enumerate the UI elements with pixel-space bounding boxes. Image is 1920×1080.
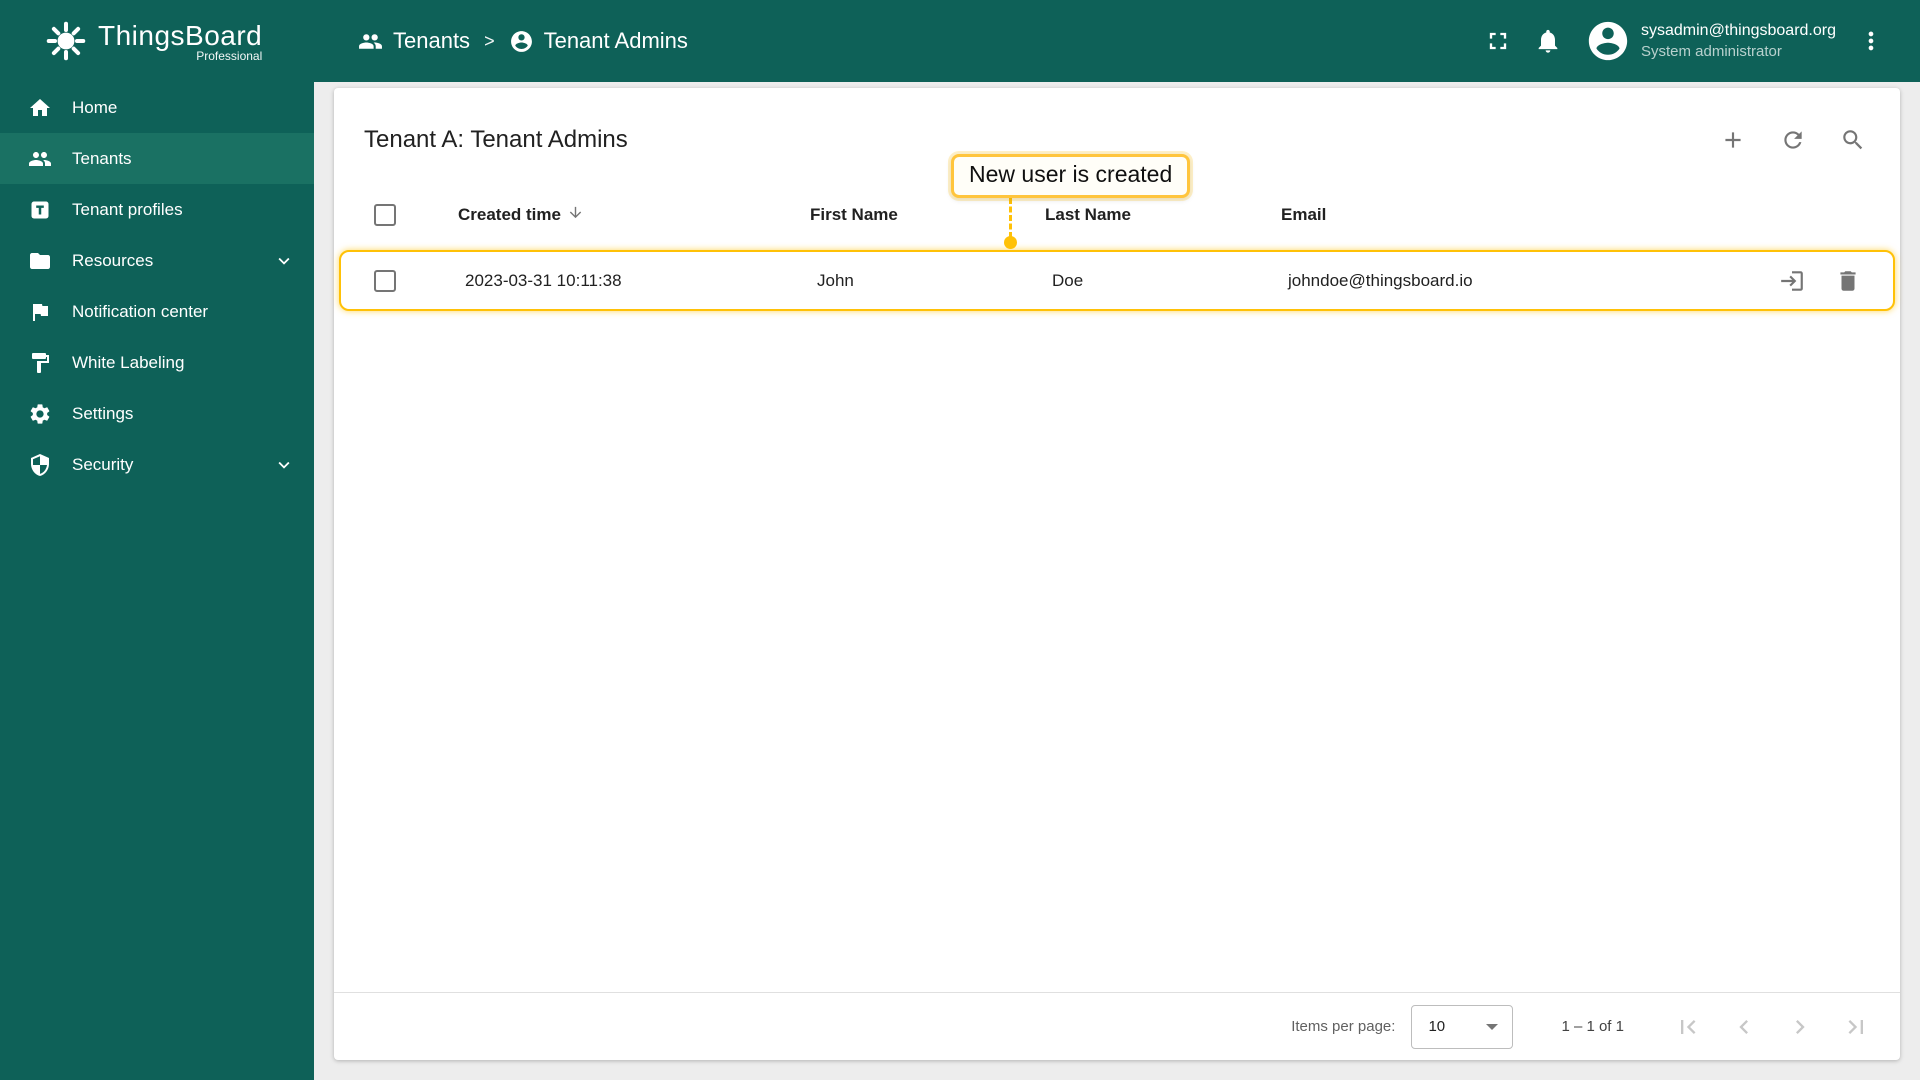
tenant-admins-card: Tenant A: Tenant Admins Created time Fir… [334,88,1900,1060]
last-page-button[interactable] [1828,1001,1884,1053]
account-circle-icon [1588,21,1628,61]
column-header-last-name[interactable]: Last Name [1045,205,1281,225]
app-title: ThingsBoard [98,19,263,51]
fullscreen-button[interactable] [1473,16,1523,66]
breadcrumb-separator: > [484,30,495,51]
sidebar-item-tenant-profiles[interactable]: Tenant profiles [0,184,314,235]
top-bar: ThingsBoard Professional Tenants > Tenan… [0,0,1920,82]
main-content: Tenant A: Tenant Admins Created time Fir… [314,82,1920,1080]
sidebar-item-white-labeling[interactable]: White Labeling [0,337,314,388]
add-icon [1725,132,1741,148]
previous-page-button[interactable] [1716,1001,1772,1053]
breadcrumb-tenants[interactable]: Tenants [358,28,470,54]
tenant-profile-icon [31,201,49,218]
column-header-email[interactable]: Email [1281,205,1750,225]
card-actions [1711,118,1875,162]
chevron-down-icon[interactable] [272,250,296,272]
chevron-right-icon [1796,1019,1805,1034]
paginator: Items per page: 10 1 – 1 of 1 [334,992,1900,1060]
notifications-icon [1538,29,1558,53]
sidebar-item-label: Settings [72,403,134,423]
app-subtitle: Professional [196,48,263,63]
sidebar-item-home[interactable]: Home [0,82,314,133]
select-all-checkbox[interactable] [374,204,396,226]
search-icon [1843,130,1863,150]
cell-email: johndoe@thingsboard.io [1288,270,1473,290]
sort-desc-icon [567,204,584,226]
paginator-range-label: 1 – 1 of 1 [1561,1018,1624,1035]
chevron-down-icon [1486,1023,1499,1030]
breadcrumb-label: Tenant Admins [543,28,688,53]
group-icon [359,33,382,49]
page-title: Tenant A: Tenant Admins [364,126,628,153]
annotation-connector-line [1009,198,1012,238]
last-page-icon [1848,1019,1863,1034]
gear-icon [30,403,50,424]
login-icon [1781,270,1803,291]
user-avatar[interactable] [1585,18,1631,64]
sidebar-item-resources[interactable]: Resources [0,235,314,286]
kebab-menu-icon [1868,31,1874,51]
login-as-user-button[interactable] [1773,262,1811,300]
fullscreen-icon [1489,32,1507,50]
home-icon [30,98,50,116]
sidebar-item-settings[interactable]: Settings [0,388,314,439]
account-circle-icon [510,30,532,52]
annotation-callout: New user is created [951,154,1191,198]
items-per-page-select[interactable]: 10 [1411,1004,1514,1049]
sidebar-item-notification-center[interactable]: Notification center [0,286,314,337]
cell-last-name: Doe [1052,270,1084,290]
delete-user-button[interactable] [1829,262,1867,300]
sidebar-item-label: White Labeling [72,352,185,372]
user-email: sysadmin@thingsboard.org [1640,22,1836,40]
sidebar-item-label: Resources [72,250,154,270]
refresh-icon [1784,131,1802,149]
app-logo[interactable]: ThingsBoard Professional [0,19,314,63]
refresh-button[interactable] [1771,118,1815,162]
items-per-page-label: Items per page: [1291,1018,1396,1035]
cell-created-time: 2023-03-31 10:11:38 [465,270,622,290]
search-button[interactable] [1831,118,1875,162]
user-role: System administrator [1640,42,1782,60]
table-row[interactable]: 2023-03-31 10:11:38 John Doe johndoe@thi… [339,250,1895,311]
sidebar-item-tenants[interactable]: Tenants [0,133,314,184]
trash-icon [1840,270,1856,291]
sidebar-item-label: Tenant profiles [72,199,183,219]
breadcrumb-label: Tenants [393,28,471,53]
sidebar-item-security[interactable]: Security [0,439,314,490]
sidebar: Home Tenants Tenant profiles Resources N… [0,82,314,1080]
chevron-down-icon[interactable] [272,454,296,476]
column-header-created-time[interactable]: Created time [458,204,810,226]
row-checkbox[interactable] [374,269,396,292]
sidebar-item-label: Tenants [72,148,132,168]
paint-icon [32,352,49,373]
folder-icon [30,252,50,269]
sidebar-item-label: Notification center [72,301,209,321]
chevron-left-icon [1739,1019,1748,1034]
more-menu-button[interactable] [1846,16,1896,66]
annotation-connector-dot [1004,236,1017,249]
first-page-button[interactable] [1660,1001,1716,1053]
items-per-page-value: 10 [1428,1018,1446,1035]
add-user-button[interactable] [1711,118,1755,162]
first-page-icon [1681,1019,1696,1034]
sidebar-item-label: Security [72,454,134,474]
cell-first-name: John [817,270,854,290]
notifications-button[interactable] [1523,16,1573,66]
next-page-button[interactable] [1772,1001,1828,1053]
breadcrumb: Tenants > Tenant Admins [358,28,688,54]
group-icon [29,151,51,166]
shield-icon [31,453,49,476]
breadcrumb-tenant-admins[interactable]: Tenant Admins [509,28,688,54]
sidebar-item-label: Home [72,97,118,117]
topbar-actions: sysadmin@thingsboard.org System administ… [1473,16,1920,66]
user-info: sysadmin@thingsboard.org System administ… [1641,20,1836,62]
flag-icon [33,303,48,321]
thingsboard-logo-icon [44,19,88,63]
